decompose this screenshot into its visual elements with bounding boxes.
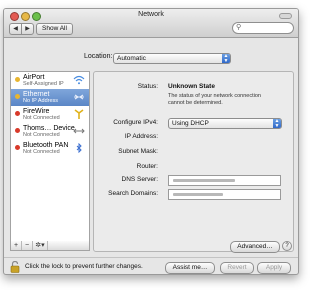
chevron-updown-icon: ▲ ▼ [273, 118, 281, 129]
service-detail-panel: Status: Unknown State The status of your… [93, 71, 294, 252]
redacted-text [173, 193, 223, 196]
service-status: Self-Assigned IP [23, 81, 64, 87]
lock-message: Click the lock to prevent further change… [25, 263, 143, 270]
service-item-bluetooth-pan[interactable]: Bluetooth PAN Not Connected [11, 140, 89, 157]
service-list-controls: + − ✲▾ [10, 241, 90, 251]
configure-ipv4-value: Using DHCP [172, 120, 209, 127]
service-name: Thoms… Device [23, 125, 75, 132]
service-item-device[interactable]: Thoms… Device Not Connected [11, 123, 89, 140]
status-value: Unknown State [168, 83, 215, 90]
lock-bar: Click the lock to prevent further change… [4, 257, 298, 274]
service-item-firewire[interactable]: FireWire Not Connected [11, 106, 89, 123]
status-description: The status of your network connection ca… [168, 93, 261, 106]
service-status: Not Connected [23, 132, 60, 138]
configure-ipv4-label: Configure IPv4: [113, 119, 158, 126]
help-button[interactable]: ? [282, 241, 292, 251]
action-menu-button[interactable]: ✲▾ [33, 241, 48, 250]
firewire-icon [74, 109, 84, 119]
back-forward-control: ◀ ▶ [9, 23, 34, 35]
service-name: Ethernet [23, 91, 50, 98]
chevron-updown-icon: ▲ ▼ [222, 53, 230, 64]
service-status: No IP Address [23, 98, 59, 104]
service-item-airport[interactable]: AirPort Self-Assigned IP [11, 72, 89, 89]
title-bar: Network ◀ ▶ Show All ⚲ [4, 9, 298, 38]
status-dot [15, 145, 20, 150]
add-service-button[interactable]: + [11, 241, 22, 250]
revert-button[interactable]: Revert [220, 262, 254, 274]
wifi-icon [73, 75, 85, 85]
service-item-ethernet[interactable]: Ethernet No IP Address [11, 89, 89, 106]
window-title: Network [138, 11, 164, 18]
toolbar-toggle-button[interactable] [279, 13, 292, 19]
dns-server-field[interactable] [168, 175, 281, 186]
service-list[interactable]: AirPort Self-Assigned IP Ethernet No IP … [10, 71, 90, 243]
lock-icon[interactable] [10, 261, 20, 273]
remove-service-button[interactable]: − [22, 241, 33, 250]
search-icon: ⚲ [236, 24, 242, 31]
forward-button[interactable]: ▶ [21, 23, 34, 35]
status-dot [15, 77, 20, 82]
location-select[interactable]: Automatic ▲ ▼ [113, 53, 231, 64]
subnet-mask-label: Subnet Mask: [118, 148, 158, 155]
router-label: Router: [136, 163, 158, 170]
ip-address-label: IP Address: [124, 133, 158, 140]
service-status: Not Connected [23, 149, 60, 155]
device-arrows-icon [73, 128, 85, 134]
redacted-text [173, 179, 235, 182]
status-label: Status: [137, 83, 158, 90]
service-status: Not Connected [23, 115, 60, 121]
assist-me-button[interactable]: Assist me… [165, 262, 215, 274]
advanced-button[interactable]: Advanced… [230, 241, 280, 253]
configure-ipv4-select[interactable]: Using DHCP ▲ ▼ [168, 118, 282, 129]
search-domains-label: Search Domains: [108, 190, 158, 197]
show-all-button[interactable]: Show All [36, 23, 73, 35]
location-label: Location: [84, 53, 113, 60]
network-preferences-window: Network ◀ ▶ Show All ⚲ Location: Automat… [3, 8, 299, 275]
ethernet-icon [74, 94, 84, 100]
service-name: FireWire [23, 108, 50, 115]
search-field[interactable]: ⚲ [232, 22, 294, 34]
service-name: AirPort [23, 74, 45, 81]
bluetooth-icon [76, 143, 82, 153]
service-name: Bluetooth PAN [23, 142, 69, 149]
search-domains-field[interactable] [168, 189, 281, 200]
status-dot [15, 94, 20, 99]
status-dot [15, 128, 20, 133]
location-value: Automatic [117, 55, 146, 62]
back-button[interactable]: ◀ [9, 23, 21, 35]
apply-button[interactable]: Apply [257, 262, 291, 274]
status-dot [15, 111, 20, 116]
dns-server-label: DNS Server: [121, 176, 158, 183]
